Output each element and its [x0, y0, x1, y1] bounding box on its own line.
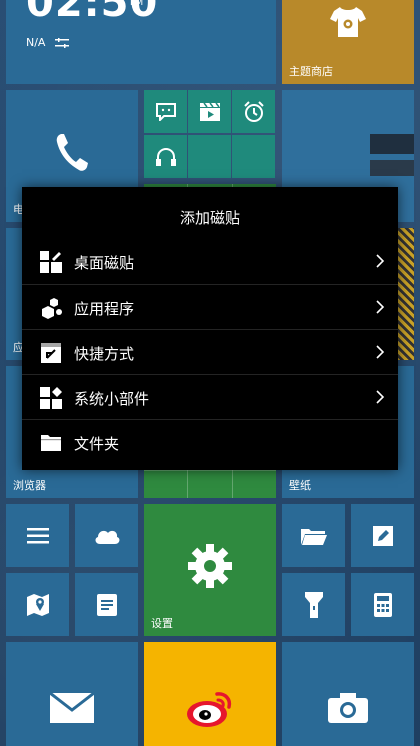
- mini-tiles-group: [144, 90, 276, 180]
- mini-tile-alarm[interactable]: [232, 90, 275, 133]
- tile-divider: [144, 470, 276, 471]
- menu-item-folder[interactable]: 文件夹: [22, 419, 398, 465]
- maps-small-tile[interactable]: [6, 573, 69, 636]
- mail-tile[interactable]: [6, 642, 138, 746]
- calculator-icon: [373, 592, 392, 617]
- chevron-right-icon: [376, 345, 385, 359]
- flashlight-icon: [304, 591, 323, 618]
- browser-label: 浏览器: [13, 479, 46, 492]
- notes-small-tile[interactable]: [351, 504, 414, 567]
- menu-item-label: 系统小部件: [74, 390, 150, 408]
- folder-icon: [41, 435, 61, 451]
- clock-ampm: PM: [130, 0, 144, 8]
- mini-tile-video[interactable]: [188, 90, 231, 133]
- wallpaper-label: 壁纸: [289, 479, 311, 492]
- mini-tile-music[interactable]: [144, 135, 187, 178]
- menu-item-label: 文件夹: [74, 435, 120, 453]
- menu-item-shortcut[interactable]: 快捷方式: [22, 329, 398, 375]
- desktop-tile-icon: [40, 251, 62, 273]
- clapperboard-icon: [199, 102, 220, 121]
- mini-tile-empty-1[interactable]: [188, 135, 231, 178]
- menu-item-label: 应用程序: [74, 300, 135, 318]
- chevron-right-icon: [376, 254, 385, 268]
- calculator-small-tile[interactable]: [351, 573, 414, 636]
- folder-open-icon: [300, 528, 327, 545]
- add-tile-menu: 添加磁贴 桌面磁贴 应用程序 快捷方式 系统小部件 文件夹: [22, 187, 398, 470]
- weather-text: N/A: [26, 36, 46, 49]
- menu-small-tile[interactable]: [6, 504, 69, 567]
- headphones-icon: [155, 147, 176, 166]
- mini-tile-empty-2[interactable]: [232, 135, 275, 178]
- camera-tile[interactable]: [282, 642, 414, 746]
- settings-tile[interactable]: 设置: [144, 504, 276, 636]
- note-icon: [96, 593, 117, 616]
- mail-icon: [50, 693, 94, 723]
- weibo-icon: [187, 692, 232, 727]
- menu-item-system-widgets[interactable]: 系统小部件: [22, 374, 398, 420]
- alarm-clock-icon: [243, 100, 264, 122]
- tile-pattern-block: [370, 134, 414, 154]
- flashlight-small-tile[interactable]: [282, 573, 345, 636]
- menu-item-label: 桌面磁贴: [74, 254, 135, 272]
- hamburger-menu-icon: [26, 527, 49, 543]
- map-icon: [26, 593, 49, 616]
- sliders-icon: [54, 38, 69, 48]
- files-small-tile[interactable]: [282, 504, 345, 567]
- camera-icon: [328, 693, 368, 723]
- message-icon: [155, 102, 176, 121]
- gear-icon: [188, 544, 232, 588]
- phone-icon: [56, 134, 88, 171]
- tile-pattern-block: [370, 160, 414, 176]
- theme-store-tile[interactable]: 主题商店: [282, 0, 414, 84]
- widgets-icon: [40, 387, 62, 409]
- menu-item-label: 快捷方式: [74, 345, 135, 363]
- weibo-tile[interactable]: [144, 642, 276, 746]
- theme-store-label: 主题商店: [289, 65, 333, 78]
- apps-icon: [42, 298, 62, 319]
- cloud-icon: [95, 530, 119, 544]
- edit-pencil-icon: [372, 525, 393, 546]
- tile-texture: [396, 228, 414, 360]
- memo-small-tile[interactable]: [75, 573, 138, 636]
- settings-label: 设置: [151, 617, 173, 630]
- weather-small-tile[interactable]: [75, 504, 138, 567]
- menu-item-applications[interactable]: 应用程序: [22, 284, 398, 330]
- tshirt-icon: [330, 7, 366, 37]
- chevron-right-icon: [376, 390, 385, 404]
- menu-item-desktop-tile[interactable]: 桌面磁贴: [22, 239, 398, 284]
- weather-status: N/A: [26, 36, 69, 49]
- mini-tile-messages[interactable]: [144, 90, 187, 133]
- shortcut-icon: [41, 343, 61, 363]
- menu-title: 添加磁贴: [179, 209, 240, 227]
- chevron-right-icon: [376, 300, 385, 314]
- clock-tile[interactable]: 02:50 PM N/A: [6, 0, 276, 84]
